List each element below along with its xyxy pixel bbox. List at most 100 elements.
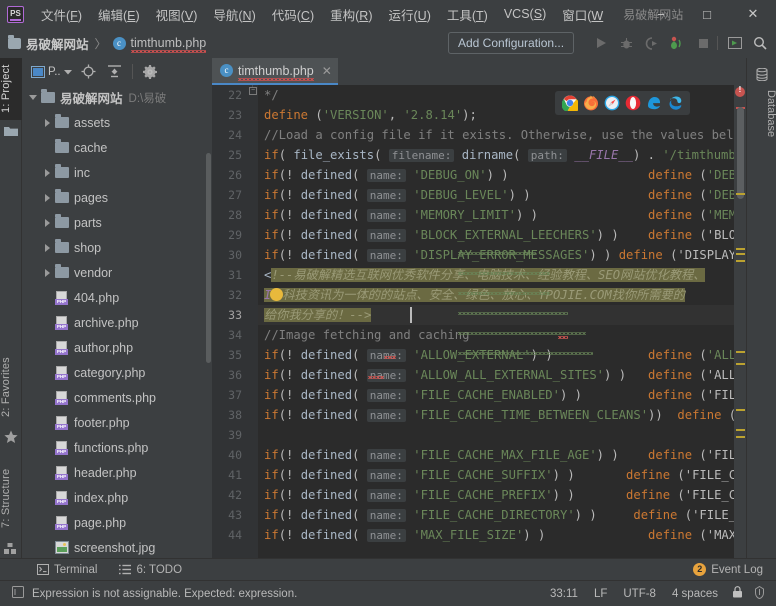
menu-item-8[interactable]: 工具(T) bbox=[439, 2, 496, 27]
line-number-27[interactable]: 27 bbox=[212, 185, 242, 205]
tree-node-author-php[interactable]: PHP author.php bbox=[22, 335, 212, 360]
editor-marker-bar[interactable] bbox=[734, 85, 746, 578]
gear-icon[interactable] bbox=[138, 61, 162, 83]
line-number-24[interactable]: 24 bbox=[212, 125, 242, 145]
line-separator[interactable]: LF bbox=[586, 588, 615, 600]
crosshair-locate-icon[interactable] bbox=[77, 61, 101, 83]
chevron-closed-icon[interactable] bbox=[42, 192, 53, 203]
search-everywhere-icon[interactable] bbox=[750, 33, 770, 53]
tree-node-footer-php[interactable]: PHP footer.php bbox=[22, 410, 212, 435]
message-icon[interactable] bbox=[12, 585, 24, 603]
menu-item-10[interactable]: 窗口(W bbox=[554, 2, 611, 27]
chevron-closed-icon[interactable] bbox=[42, 167, 53, 178]
indent-setting[interactable]: 4 spaces bbox=[664, 588, 726, 600]
line-number-31[interactable]: 31 bbox=[212, 265, 242, 285]
menu-item-9[interactable]: VCS(S) bbox=[496, 4, 554, 24]
breadcrumb-project[interactable]: 易破解网站 bbox=[26, 34, 89, 53]
chevron-closed-icon[interactable] bbox=[42, 267, 53, 278]
event-log-tool-button[interactable]: 2 Event Log bbox=[686, 559, 770, 581]
sidebar-item-database[interactable]: Database bbox=[747, 86, 776, 141]
warning-marker[interactable] bbox=[736, 363, 745, 365]
encoding[interactable]: UTF-8 bbox=[615, 588, 664, 600]
tree-node-inc[interactable]: inc bbox=[22, 160, 212, 185]
menu-item-3[interactable]: 视图(V) bbox=[148, 2, 206, 27]
tree-node-category-php[interactable]: PHP category.php bbox=[22, 360, 212, 385]
warning-marker[interactable] bbox=[736, 260, 745, 262]
tree-root-node[interactable]: 易破解网站 D:\易破 bbox=[22, 85, 212, 110]
chevron-closed-icon[interactable] bbox=[42, 242, 53, 253]
line-number-33[interactable]: 33 bbox=[212, 305, 242, 325]
line-number-30[interactable]: 30 bbox=[212, 245, 242, 265]
close-icon[interactable]: ✕ bbox=[322, 64, 332, 78]
tree-node-shop[interactable]: shop bbox=[22, 235, 212, 260]
project-view-selector[interactable] bbox=[26, 61, 50, 83]
warning-marker[interactable] bbox=[736, 436, 745, 438]
debug-icon[interactable] bbox=[616, 33, 636, 53]
sidebar-item-structure[interactable]: 7: Structure bbox=[0, 458, 22, 538]
line-number-39[interactable]: 39 bbox=[212, 425, 242, 445]
tree-node-pages[interactable]: pages bbox=[22, 185, 212, 210]
line-number-28[interactable]: 28 bbox=[212, 205, 242, 225]
code-text-area[interactable]: */ define ('VERSION', '2.8.14'); //Load a … bbox=[258, 85, 746, 578]
sidebar-item-project[interactable]: 1: Project bbox=[0, 58, 22, 120]
edge-chromium-icon[interactable] bbox=[667, 95, 683, 111]
fold-collapse-icon[interactable]: − bbox=[249, 87, 257, 95]
browser-preview-popup[interactable] bbox=[555, 91, 690, 115]
project-tree-scrollbar[interactable] bbox=[205, 58, 212, 551]
scrollbar-thumb[interactable] bbox=[206, 153, 211, 363]
chevron-closed-icon[interactable] bbox=[42, 217, 53, 228]
project-view-label[interactable]: P.. bbox=[48, 66, 61, 78]
tree-node-parts[interactable]: parts bbox=[22, 210, 212, 235]
line-number-32[interactable]: 32 bbox=[212, 285, 242, 305]
line-number-38[interactable]: 38 bbox=[212, 405, 242, 425]
project-tree[interactable]: 易破解网站 D:\易破 assets cache inc pages parts shop ve… bbox=[22, 85, 212, 578]
tree-node-page-php[interactable]: PHP page.php bbox=[22, 510, 212, 535]
warning-marker[interactable] bbox=[736, 193, 745, 195]
tree-node-functions-php[interactable]: PHP functions.php bbox=[22, 435, 212, 460]
line-number-34[interactable]: 34 bbox=[212, 325, 242, 345]
breadcrumb-file[interactable]: timthumb.php bbox=[130, 36, 207, 53]
tree-node-comments-php[interactable]: PHP comments.php bbox=[22, 385, 212, 410]
menu-item-5[interactable]: 代码(C) bbox=[264, 2, 322, 27]
warning-marker[interactable] bbox=[736, 351, 745, 353]
add-configuration-button[interactable]: Add Configuration... bbox=[448, 32, 575, 54]
chevron-closed-icon[interactable] bbox=[42, 117, 53, 128]
line-number-42[interactable]: 42 bbox=[212, 485, 242, 505]
close-button[interactable]: ✕ bbox=[730, 0, 776, 28]
terminal-run-icon[interactable] bbox=[725, 33, 745, 53]
edge-legacy-icon[interactable] bbox=[646, 95, 662, 111]
menu-item-7[interactable]: 运行(U) bbox=[380, 2, 438, 27]
safari-icon[interactable] bbox=[604, 95, 620, 111]
error-count-badge[interactable] bbox=[735, 85, 745, 97]
line-number-29[interactable]: 29 bbox=[212, 225, 242, 245]
maximize-button[interactable]: □ bbox=[684, 0, 730, 28]
chrome-icon[interactable] bbox=[561, 95, 580, 114]
tree-node-header-php[interactable]: PHP header.php bbox=[22, 460, 212, 485]
firefox-icon[interactable] bbox=[583, 95, 599, 111]
warning-marker[interactable] bbox=[736, 253, 745, 255]
warning-marker[interactable] bbox=[736, 248, 745, 250]
line-number-25[interactable]: 25 bbox=[212, 145, 242, 165]
sidebar-item-favorites[interactable]: 2: Favorites bbox=[0, 348, 22, 426]
terminal-tool-button[interactable]: Terminal bbox=[30, 559, 104, 581]
opera-icon[interactable] bbox=[625, 95, 641, 111]
fold-gutter[interactable]: − bbox=[248, 85, 258, 578]
line-number-37[interactable]: 37 bbox=[212, 385, 242, 405]
menu-item-1[interactable]: 文件(F) bbox=[33, 2, 90, 27]
minimize-button[interactable]: − bbox=[638, 0, 684, 28]
warning-marker[interactable] bbox=[736, 409, 745, 411]
warning-marker[interactable] bbox=[736, 429, 745, 431]
line-number-35[interactable]: 35 bbox=[212, 345, 242, 365]
line-number-26[interactable]: 26 bbox=[212, 165, 242, 185]
lightbulb-intention-icon[interactable] bbox=[270, 288, 283, 301]
code-editor[interactable]: 22 23 24 25 26 27 28 29 30 31 32 33 34 35 36 37 38 39 40 41… bbox=[212, 85, 746, 578]
caret-position[interactable]: 33:11 bbox=[542, 588, 586, 600]
tree-node-404-php[interactable]: PHP 404.php bbox=[22, 285, 212, 310]
chevron-open-icon[interactable] bbox=[28, 92, 39, 103]
chevron-down-icon[interactable] bbox=[61, 61, 75, 83]
stop-icon[interactable] bbox=[693, 33, 713, 53]
line-number-22[interactable]: 22 bbox=[212, 85, 242, 105]
profile-icon[interactable] bbox=[665, 33, 685, 53]
tree-node-screenshot-jpg[interactable]: screenshot.jpg bbox=[22, 535, 212, 560]
run-with-coverage-icon[interactable] bbox=[641, 33, 661, 53]
